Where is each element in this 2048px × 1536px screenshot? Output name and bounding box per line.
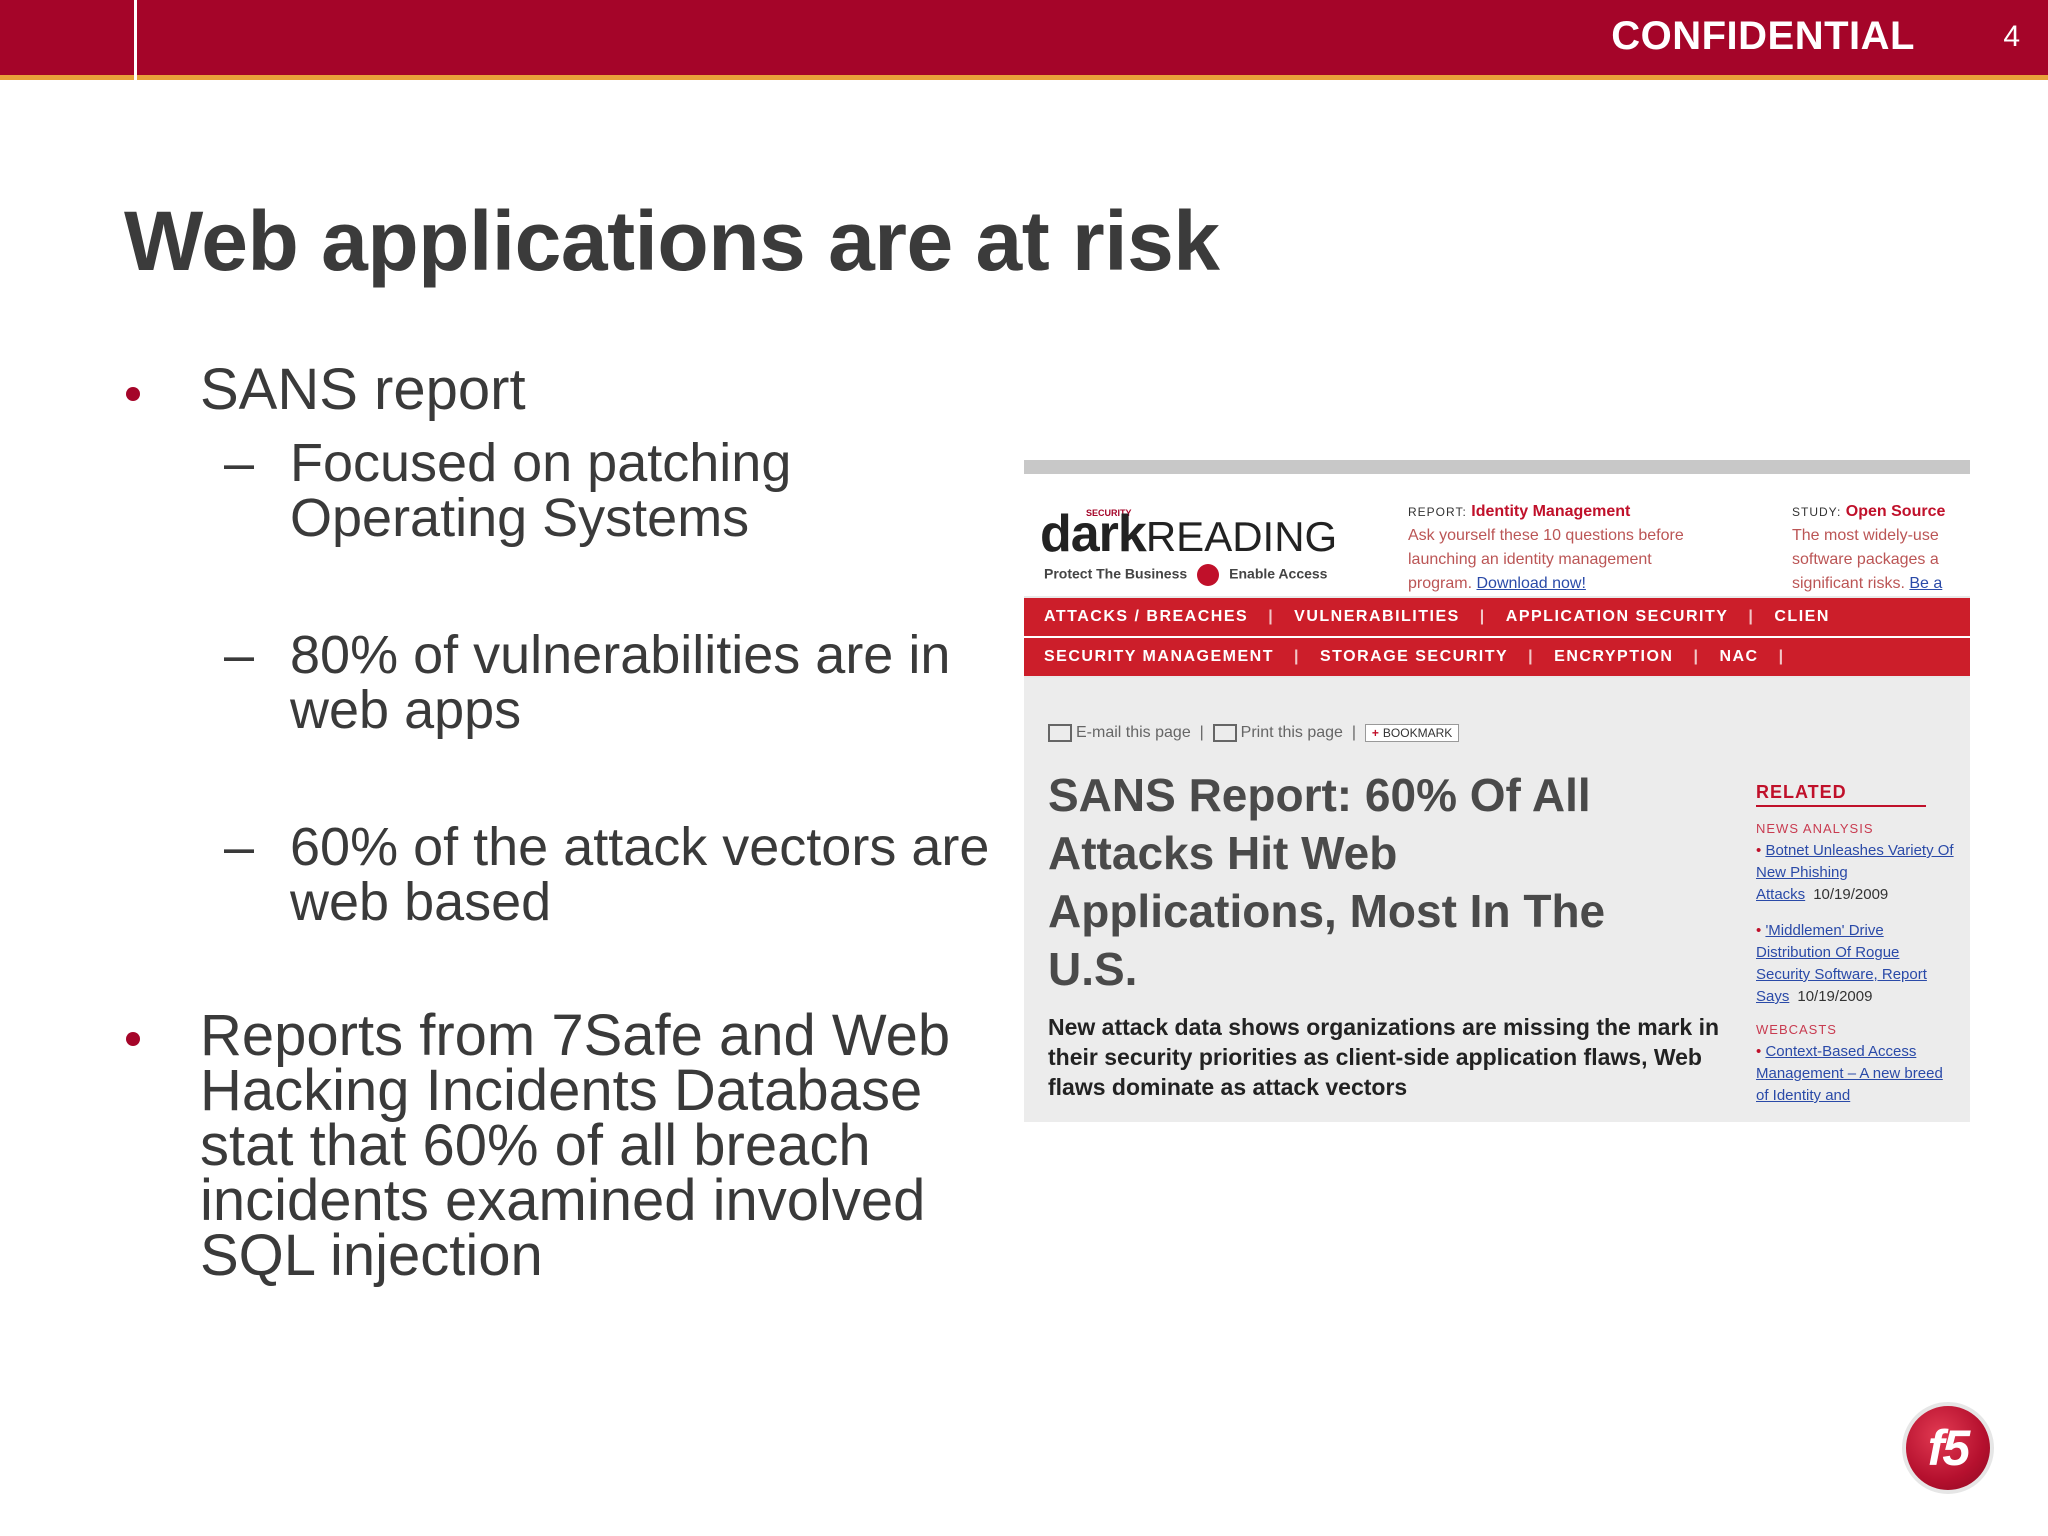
promo-line: software packages a [1792,551,1939,568]
nav-client[interactable]: CLIEN [1754,608,1850,626]
print-page-link[interactable]: Print this page [1241,724,1343,741]
related-date: 10/19/2009 [1813,886,1889,903]
yin-yang-icon [1197,564,1220,586]
print-icon [1212,724,1237,742]
bookmark-plus-icon: + [1371,726,1379,740]
nav-encryption[interactable]: ENCRYPTION [1534,648,1693,666]
promo-topic: Identity Management [1471,503,1631,520]
page-number: 4 [2003,20,2020,53]
promo-kind: STUDY: [1792,505,1842,519]
dark-reading-logo: darkREADING [1040,504,1337,564]
sub-bullet-dash: – [224,817,255,877]
webcasts-label: WEBCASTS [1756,1022,1837,1037]
nav-storage-security[interactable]: STORAGE SECURITY [1300,648,1528,666]
primary-nav: ATTACKS / BREACHES | VULNERABILITIES | APP… [1024,598,1970,636]
confidential-label: CONFIDENTIAL [1611,14,1915,58]
promo-line: The most widely-use [1792,527,1939,544]
related-date: 10/19/2009 [1797,988,1873,1005]
bullet-reports: Reports from 7Safe and Web Hacking Incid… [200,1003,951,1288]
related-item: • 'Middlemen' Drive Distribution Of Rogu… [1756,922,1927,1005]
sub-bullet-vulnerabilities: 80% of vulnerabilities are in web apps [290,625,951,740]
dark-reading-screenshot: SECURITY darkREADING Protect The Busines… [1024,460,1970,1122]
bullet-dot [126,387,140,401]
sub-bullet-dash: – [224,625,255,685]
site-header: SECURITY darkREADING Protect The Busines… [1024,474,1970,596]
nav-vulnerabilities[interactable]: VULNERABILITIES [1274,608,1480,626]
promo-line: program. [1408,575,1473,592]
nav-attacks-breaches[interactable]: ATTACKS / BREACHES [1024,608,1268,626]
promo-line: Ask yourself these 10 questions before [1408,527,1684,544]
bookmark-button[interactable]: + BOOKMARK [1364,724,1460,742]
sub-bullet-patching: Focused on patching Operating Systems [290,433,792,548]
news-analysis-label: NEWS ANALYSIS [1756,821,1874,836]
header-accent-line [0,75,2048,80]
article-lede: New attack data shows organizations are … [1048,1014,1720,1100]
slide-title: Web applications are at risk [124,194,1220,288]
promo-topic: Open Source [1845,503,1946,520]
logo-dark: dark [1040,505,1147,563]
logo-tagline: Protect The Business Enable Access [1044,564,1327,586]
f5-logo: f5 [1902,1402,1994,1494]
article-tools: E-mail this page | Print this page | + BO… [1048,724,1460,742]
secondary-nav: SECURITY MANAGEMENT | STORAGE SECURITY | E… [1024,638,1970,676]
promo-report: REPORT: Identity Management Ask yourself… [1408,500,1768,596]
promo-study: STUDY: Open Source The most widely-use s… [1792,500,1970,596]
bullet-dot [126,1032,140,1046]
sub-bullet-dash: – [224,433,255,493]
nav-security-management[interactable]: SECURITY MANAGEMENT [1024,648,1294,666]
tagline-left: Protect The Business [1044,565,1188,582]
screenshot-top-strip [1024,460,1970,474]
email-icon [1048,724,1072,742]
related-heading: RELATED [1756,782,1926,807]
nav-nac[interactable]: NAC [1699,648,1778,666]
webcast-link-1[interactable]: Context-Based Access Management – A new … [1756,1043,1943,1104]
related-item: • Botnet Unleashes Variety Of New Phishi… [1756,842,1954,903]
promo-line: significant risks. [1792,575,1905,592]
promo-line: launching an identity management [1408,551,1652,568]
logo-reading: READING [1145,513,1338,560]
bullet-sans-report: SANS report [200,357,526,422]
related-item: • Context-Based Access Management – A ne… [1756,1043,1943,1104]
related-sidebar: RELATED NEWS ANALYSIS • Botnet Unleashes… [1756,782,1956,1107]
bookmark-label: BOOKMARK [1382,726,1453,740]
article-headline: SANS Report: 60% Of All Attacks Hit Web … [1048,769,1606,995]
promo-download-link[interactable]: Download now! [1476,575,1585,592]
email-page-link[interactable]: E-mail this page [1076,724,1191,741]
nav-application-security[interactable]: APPLICATION SECURITY [1486,608,1749,626]
header-divider [134,0,137,92]
tagline-right: Enable Access [1229,565,1328,582]
promo-kind: REPORT: [1408,505,1467,519]
promo-study-link[interactable]: Be a [1909,575,1942,592]
sub-bullet-attack-vectors: 60% of the attack vectors are web based [290,817,990,932]
